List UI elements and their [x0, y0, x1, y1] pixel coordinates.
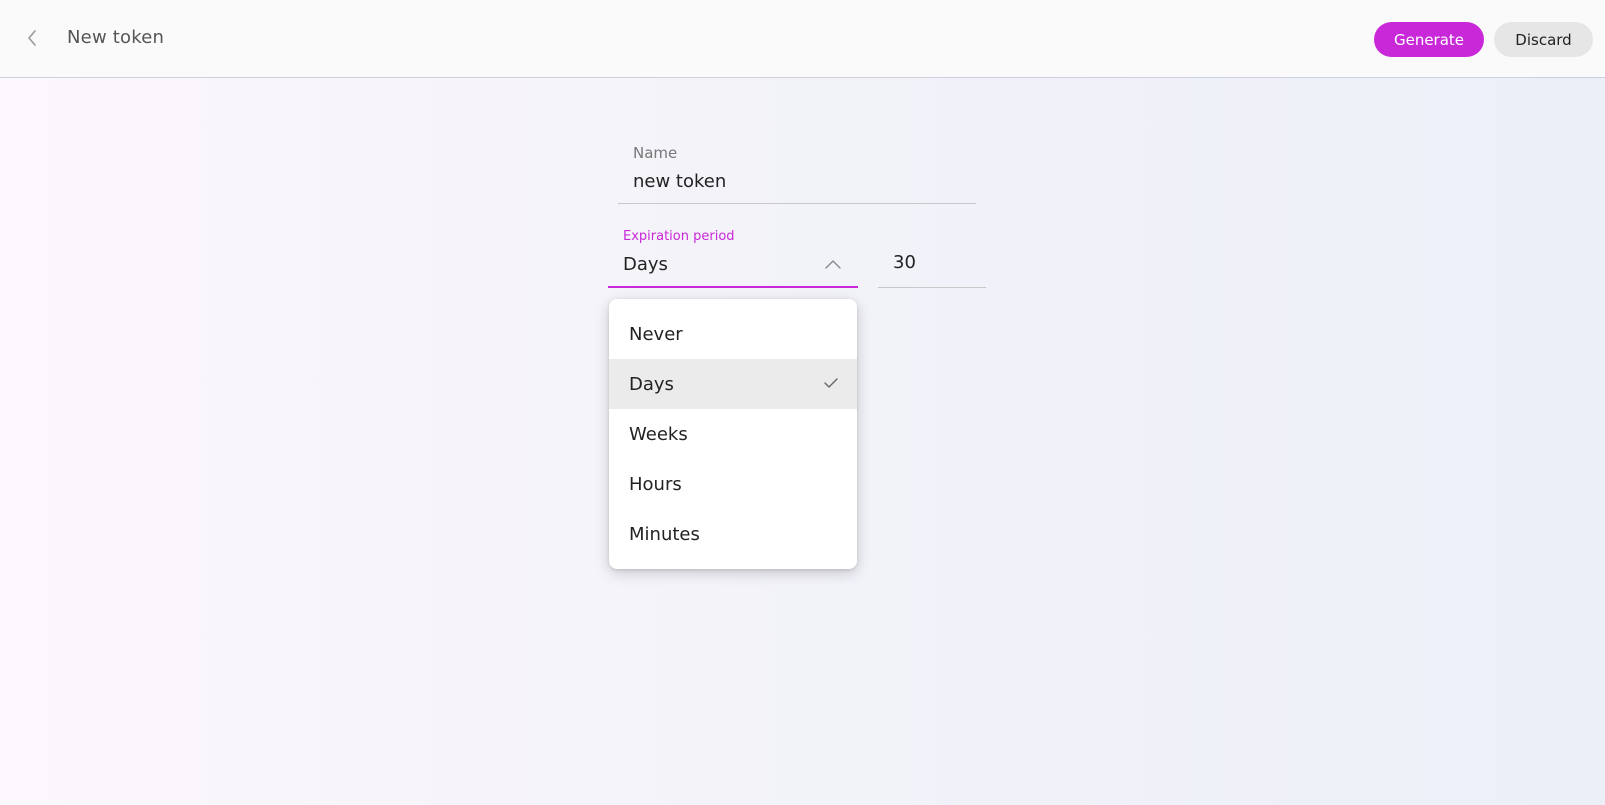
back-button[interactable] — [18, 24, 46, 52]
discard-button[interactable]: Discard — [1494, 22, 1593, 57]
option-never[interactable]: Never — [609, 309, 857, 359]
expiration-period-dropdown: Never Days Weeks Hours Minutes — [609, 299, 857, 569]
option-hours[interactable]: Hours — [609, 459, 857, 509]
option-label: Never — [629, 323, 683, 345]
generate-button[interactable]: Generate — [1374, 22, 1484, 57]
option-weeks[interactable]: Weeks — [609, 409, 857, 459]
expiration-period-select[interactable]: Days — [608, 244, 858, 288]
name-field[interactable] — [618, 160, 976, 204]
expiration-period-label: Expiration period — [623, 229, 735, 244]
option-minutes[interactable]: Minutes — [609, 509, 857, 559]
top-bar: New token Generate Discard — [0, 0, 1605, 78]
chevron-up-icon — [825, 260, 841, 269]
page-title: New token — [67, 27, 165, 48]
option-label: Days — [629, 373, 674, 395]
expiration-amount-input[interactable] — [878, 244, 986, 288]
chevron-left-icon — [28, 30, 36, 46]
expiration-period-value: Days — [623, 254, 668, 275]
option-label: Hours — [629, 473, 682, 495]
option-label: Weeks — [629, 423, 688, 445]
check-icon — [824, 378, 838, 388]
option-days[interactable]: Days — [609, 359, 857, 409]
option-label: Minutes — [629, 523, 700, 545]
